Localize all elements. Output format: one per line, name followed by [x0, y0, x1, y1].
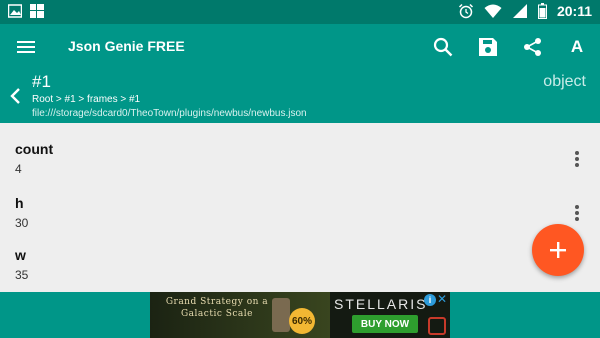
plus-icon: [550, 242, 566, 258]
more-vert-icon: [575, 151, 579, 155]
app-title: Json Genie FREE: [68, 38, 185, 54]
windows-icon: [30, 4, 44, 18]
more-options-button[interactable]: [570, 147, 584, 171]
file-path: file:///storage/sdcard0/TheoTown/plugins…: [32, 108, 307, 119]
ad-close-icon[interactable]: ✕: [436, 293, 448, 305]
save-icon: [479, 38, 497, 56]
list-item[interactable]: count 4: [0, 131, 600, 181]
alarm-icon: [458, 3, 473, 19]
share-icon: [524, 38, 541, 56]
font-icon: A: [570, 37, 584, 56]
search-button[interactable]: [431, 35, 455, 59]
search-icon: [433, 37, 453, 57]
node-type-label: object: [543, 73, 586, 90]
font-button[interactable]: A: [565, 35, 589, 59]
node-header: #1 Root > #1 > frames > #1 file:///stora…: [0, 70, 600, 123]
add-button[interactable]: [532, 224, 584, 276]
ad-tagline: Grand Strategy on a Galactic Scale: [165, 297, 269, 319]
item-key: w: [15, 247, 26, 263]
ad-info-icon[interactable]: i: [424, 294, 436, 306]
list-item[interactable]: w 35: [0, 237, 600, 287]
wifi-icon: [484, 4, 502, 18]
ad-figure-image: [272, 298, 290, 332]
item-key: h: [15, 195, 24, 211]
item-key: count: [15, 141, 54, 157]
node-title: #1: [32, 72, 51, 91]
status-time: 20:11: [556, 3, 592, 19]
ad-discount-badge: 60%: [289, 308, 315, 334]
save-button[interactable]: [476, 35, 500, 59]
ad-publisher-logo: [428, 317, 446, 335]
item-value: 35: [15, 268, 29, 282]
list-item[interactable]: h 30: [0, 185, 600, 235]
app-toolbar: Json Genie FREE A: [0, 24, 600, 70]
property-list: count 4 h 30 w 35: [0, 123, 600, 292]
hamburger-icon: [17, 41, 35, 53]
menu-button[interactable]: [14, 35, 38, 59]
breadcrumb[interactable]: Root > #1 > frames > #1: [32, 94, 140, 105]
ad-buy-now-button[interactable]: BUY NOW: [352, 315, 418, 333]
ad-bar: Grand Strategy on a Galactic Scale 60% S…: [0, 292, 600, 338]
item-value: 4: [15, 162, 22, 176]
more-options-button[interactable]: [570, 201, 584, 225]
battery-icon: [537, 3, 547, 19]
item-value: 30: [15, 216, 29, 230]
share-button[interactable]: [521, 35, 545, 59]
ad-banner[interactable]: Grand Strategy on a Galactic Scale 60% S…: [150, 292, 450, 338]
image-icon: [8, 4, 22, 18]
more-vert-icon: [575, 205, 579, 209]
status-bar: 20:11: [0, 0, 600, 24]
ad-brand: STELLARIS: [334, 296, 428, 312]
chevron-left-icon: [10, 88, 20, 104]
back-button[interactable]: [6, 84, 26, 108]
signal-icon: [512, 4, 527, 18]
